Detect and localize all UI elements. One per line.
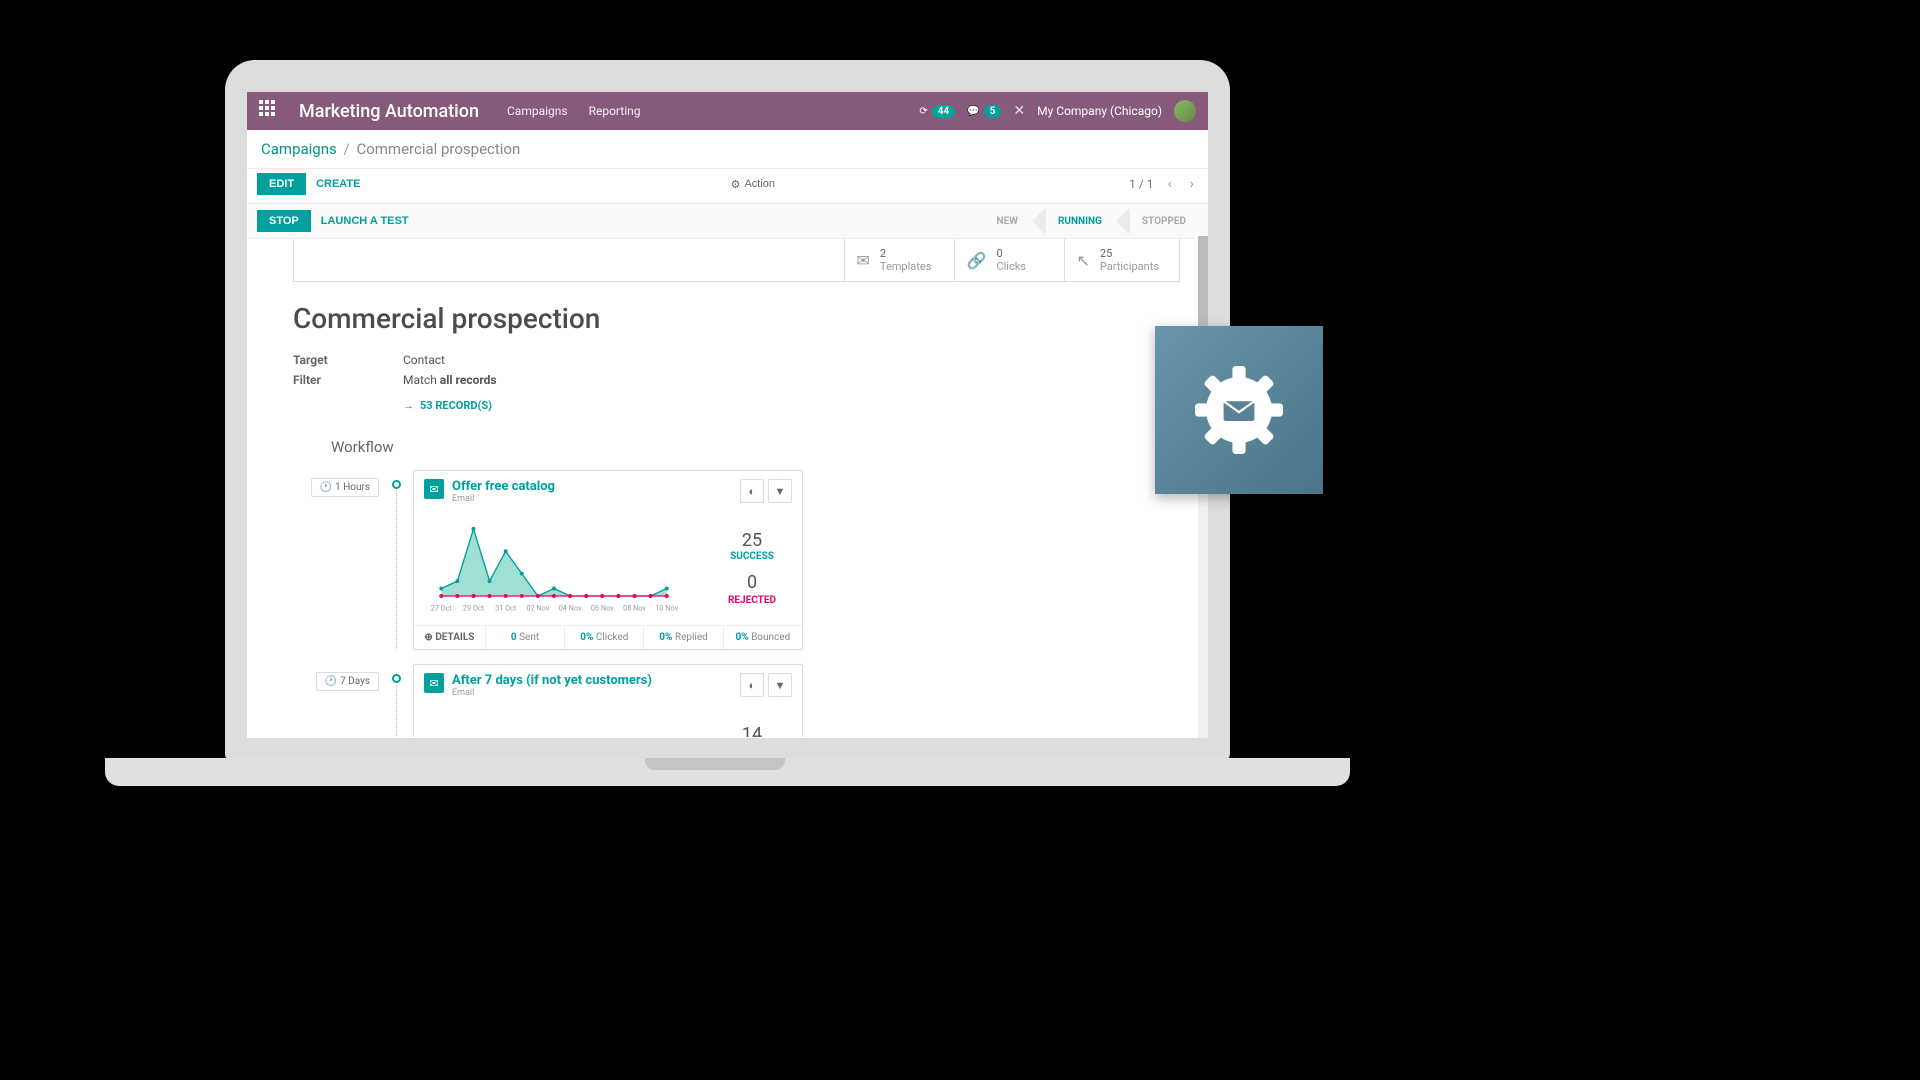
top-bar: Marketing Automation Campaigns Reporting… — [247, 92, 1208, 130]
stat-participants[interactable]: ↖ 25Participants — [1064, 239, 1179, 281]
pie-chart-icon[interactable]: ◐ — [740, 479, 764, 503]
svg-text:06 Nov: 06 Nov — [591, 604, 614, 613]
metric-clicked[interactable]: 0% Clicked — [565, 626, 644, 649]
metric-sent[interactable]: 0 Sent — [486, 626, 565, 649]
activity-type: Email — [452, 494, 555, 504]
stat-boxes: ✉ 2Templates 🔗 0Clicks ↖ 25Participants — [293, 239, 1180, 282]
stop-button[interactable]: STOP — [257, 210, 311, 232]
activity-card: ✉ After 7 days (if not yet customers) Em… — [413, 664, 803, 737]
link-icon: 🔗 — [967, 251, 987, 270]
activity-type: Email — [452, 688, 652, 698]
gear-icon: ⚙ — [731, 178, 741, 191]
breadcrumb-current: Commercial prospection — [356, 140, 520, 158]
records-link[interactable]: → 53 RECORD(S) — [403, 399, 492, 412]
page-title: Commercial prospection — [293, 302, 1180, 335]
apps-icon[interactable] — [259, 100, 281, 122]
toolbar: EDIT CREATE ⚙ Action 1 / 1 ‹ › — [247, 169, 1208, 203]
status-new[interactable]: NEW — [985, 212, 1030, 231]
svg-text:31 Oct: 31 Oct — [495, 604, 517, 613]
field-filter: Filter Match all records — [293, 373, 1180, 387]
pager: 1 / 1 ‹ › — [1129, 176, 1198, 192]
envelope-icon: ✉ — [857, 251, 870, 270]
mail-icon: ✉ — [424, 673, 444, 693]
filter-icon[interactable]: ▼ — [768, 479, 792, 503]
workflow-heading: Workflow — [331, 438, 1180, 456]
pager-prev[interactable]: ‹ — [1164, 176, 1176, 192]
filter-icon[interactable]: ▼ — [768, 673, 792, 697]
clock-icon: 🕐 — [320, 482, 332, 493]
svg-text:04 Nov: 04 Nov — [559, 604, 582, 613]
pager-text: 1 / 1 — [1129, 177, 1153, 191]
edit-button[interactable]: EDIT — [257, 173, 306, 195]
activity-metrics: ⊕ DETAILS 0 Sent 0% Clicked 0% Replied 0… — [414, 625, 802, 649]
breadcrumb-root[interactable]: Campaigns — [261, 140, 337, 158]
activity-indicator[interactable]: ⟳ 44 — [919, 105, 955, 118]
time-badge: 🕐 7 Days — [316, 672, 379, 691]
breadcrumb: Campaigns / Commercial prospection — [247, 130, 1208, 169]
cursor-icon: ↖ — [1077, 251, 1090, 270]
pager-next[interactable]: › — [1186, 176, 1198, 192]
svg-text:02 Nov: 02 Nov — [527, 604, 550, 613]
activity-card: ✉ Offer free catalog Email ◐ ▼ — [413, 470, 803, 650]
status-running[interactable]: RUNNING — [1046, 212, 1114, 231]
chat-icon: 💬 — [967, 106, 979, 117]
svg-text:27 Oct: 27 Oct — [431, 604, 453, 613]
top-nav: Campaigns Reporting — [507, 104, 659, 118]
chat-indicator[interactable]: 💬 5 — [967, 105, 1001, 118]
user-avatar[interactable] — [1174, 100, 1196, 122]
clock-icon: 🕐 — [325, 676, 337, 687]
rejected-count: 0 — [712, 572, 792, 593]
svg-text:08 Nov: 08 Nov — [623, 604, 646, 613]
success-count: 25 — [712, 530, 792, 551]
globe-icon: ⊕ — [424, 632, 432, 643]
nav-campaigns[interactable]: Campaigns — [507, 104, 568, 118]
stat-clicks[interactable]: 🔗 0Clicks — [954, 239, 1064, 281]
app-icon-badge — [1155, 326, 1323, 494]
time-badge: 🕐 1 Hours — [311, 478, 379, 497]
svg-text:29 Oct: 29 Oct — [463, 604, 485, 613]
app-title: Marketing Automation — [299, 101, 479, 122]
field-target: Target Contact — [293, 353, 1180, 367]
gear-mail-icon — [1184, 355, 1294, 465]
workflow-item: 🕐 7 Days ✉ After 7 days (if not yet cust… — [293, 664, 1180, 737]
success-label: SUCCESS — [712, 551, 792, 562]
svg-text:10 Nov: 10 Nov — [655, 604, 678, 613]
arrow-right-icon: → — [403, 399, 414, 412]
status-bar: STOP LAUNCH A TEST NEW RUNNING STOPPED — [247, 203, 1208, 239]
details-button[interactable]: ⊕ DETAILS — [414, 626, 486, 649]
timeline — [391, 664, 401, 737]
status-stopped[interactable]: STOPPED — [1130, 212, 1198, 231]
nav-reporting[interactable]: Reporting — [589, 104, 641, 118]
rejected-label: REJECTED — [712, 595, 792, 606]
pie-chart-icon[interactable]: ◐ — [740, 673, 764, 697]
create-button[interactable]: CREATE — [316, 178, 360, 190]
activity-chart: 27 Oct 29 Oct 31 Oct 02 Nov 04 Nov 06 Nov 08 N… — [424, 516, 712, 619]
metric-replied[interactable]: 0% Replied — [644, 626, 723, 649]
laptop-notch — [645, 758, 785, 770]
metric-bounced[interactable]: 0% Bounced — [724, 626, 802, 649]
mail-icon: ✉ — [424, 479, 444, 499]
timeline — [391, 470, 401, 650]
workflow-item: 🕐 1 Hours ✉ Offer free catalog Email — [293, 470, 1180, 650]
launch-test-button[interactable]: LAUNCH A TEST — [321, 215, 409, 227]
activity-title[interactable]: After 7 days (if not yet customers) — [452, 673, 652, 688]
action-dropdown[interactable]: ⚙ Action — [731, 178, 775, 191]
success-count: 14 — [712, 724, 792, 737]
activity-chart — [424, 710, 712, 737]
company-selector[interactable]: My Company (Chicago) — [1037, 104, 1162, 118]
stat-templates[interactable]: ✉ 2Templates — [844, 239, 954, 281]
activity-title[interactable]: Offer free catalog — [452, 479, 555, 494]
close-icon[interactable]: ✕ — [1013, 103, 1025, 119]
refresh-icon: ⟳ — [919, 106, 927, 117]
